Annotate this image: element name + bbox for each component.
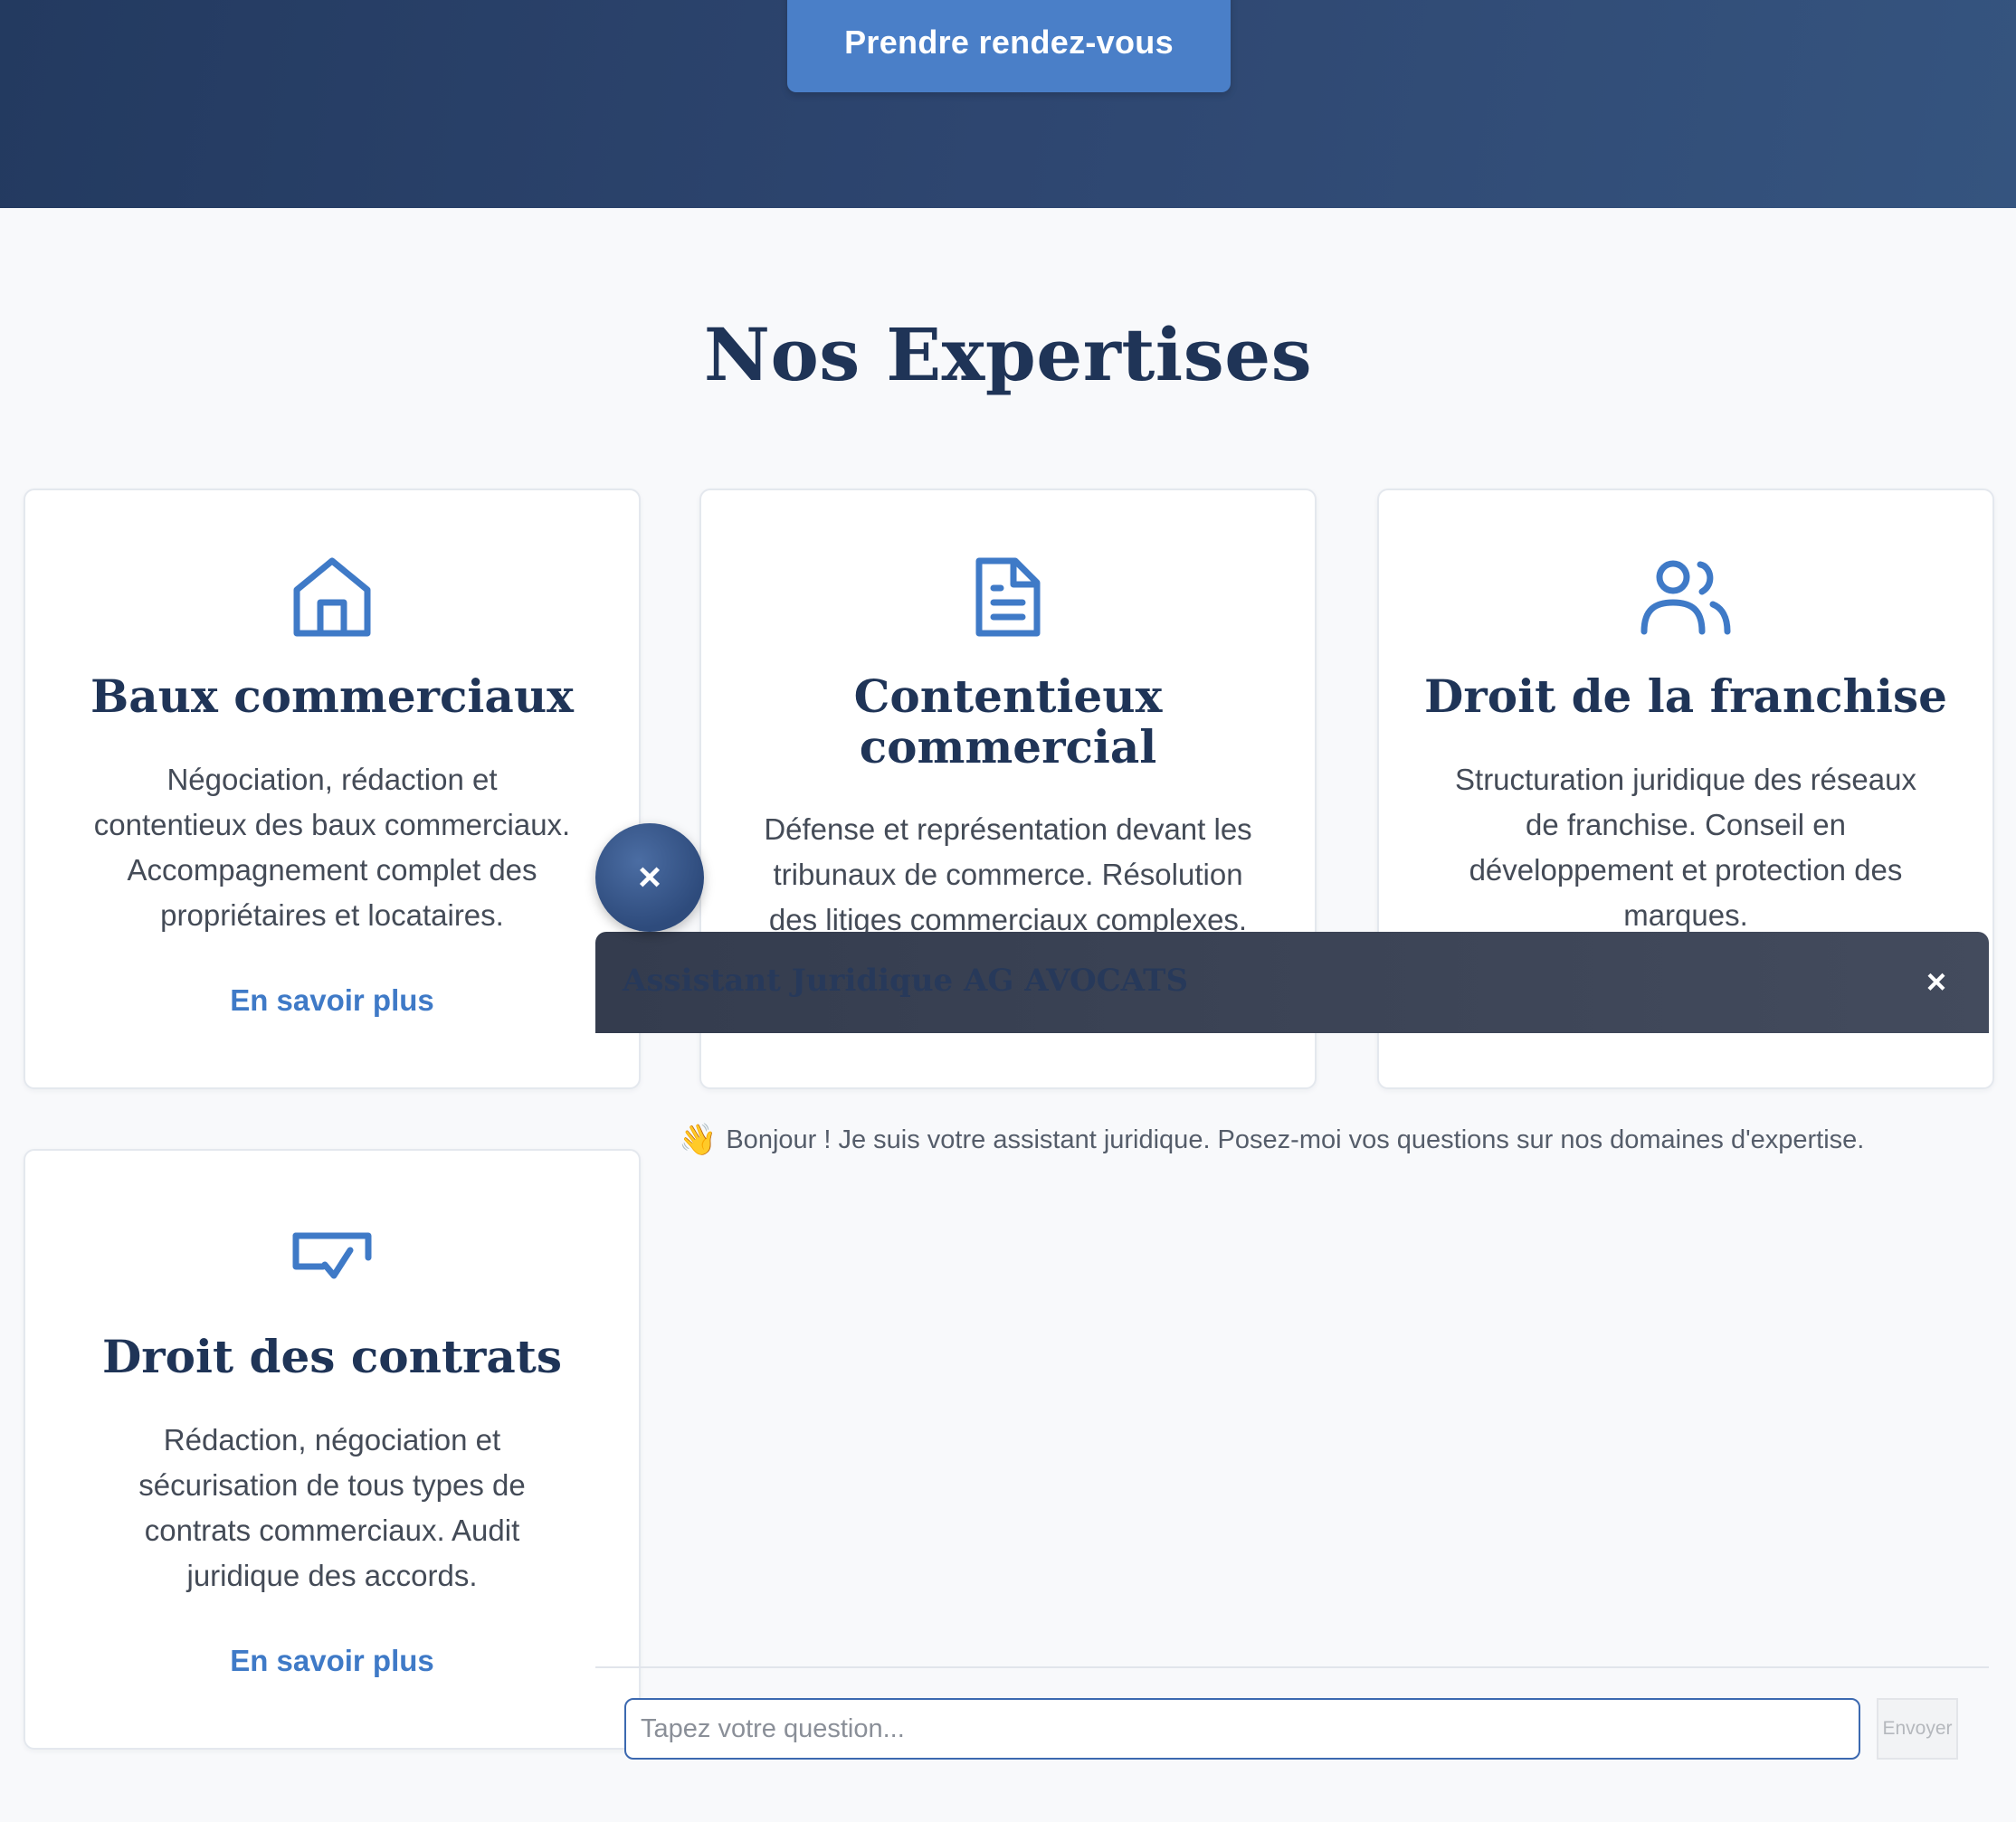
chat-question-input[interactable]: [624, 1698, 1860, 1760]
chat-panel: Assistant Juridique AG AVOCATS × 👋 Bonjo…: [595, 932, 1989, 1822]
hero-banner: Prendre rendez-vous: [0, 0, 2016, 208]
card-title: Contentieux commercial: [853, 669, 1163, 773]
card-description: Structuration juridique des réseaux de f…: [1455, 763, 1916, 932]
book-appointment-button[interactable]: Prendre rendez-vous: [787, 0, 1231, 92]
card-description: Rédaction, négociation et sécurisation d…: [138, 1423, 526, 1592]
send-button[interactable]: Envoyer: [1877, 1698, 1958, 1760]
contract-check-icon: [25, 1212, 639, 1303]
card-description: Négociation, rédaction et contentieux de…: [93, 763, 571, 932]
wave-icon: 👋: [679, 1123, 718, 1157]
close-icon[interactable]: ×: [1916, 963, 1956, 1002]
section-title: Nos Expertises: [703, 312, 1313, 397]
chat-title: Assistant Juridique AG AVOCATS: [623, 963, 1188, 999]
page: Prendre rendez-vous Nos Expertises Baux …: [0, 0, 2016, 1822]
learn-more-link[interactable]: En savoir plus: [25, 983, 639, 1018]
divider: [595, 1666, 1989, 1668]
document-icon: [701, 552, 1315, 642]
learn-more-link[interactable]: En savoir plus: [25, 1644, 639, 1678]
expertise-card-contrats: Droit des contrats Rédaction, négociatio…: [24, 1149, 641, 1750]
card-title: Baux commerciaux: [90, 669, 574, 723]
chat-header: Assistant Juridique AG AVOCATS ×: [595, 932, 1989, 1033]
users-icon: [1379, 552, 1992, 642]
card-title: Droit de la franchise: [1424, 669, 1947, 723]
card-title: Droit des contrats: [101, 1330, 563, 1383]
chat-message-text: Bonjour ! Je suis votre assistant juridi…: [726, 1125, 1865, 1154]
expertise-card-baux: Baux commerciaux Négociation, rédaction …: [24, 489, 641, 1089]
home-icon: [25, 552, 639, 642]
card-description: Défense et représentation devant les tri…: [764, 812, 1252, 936]
chat-toggle-close-button[interactable]: ×: [595, 823, 704, 932]
chat-bot-message: 👋 Bonjour ! Je suis votre assistant juri…: [679, 1122, 1864, 1158]
